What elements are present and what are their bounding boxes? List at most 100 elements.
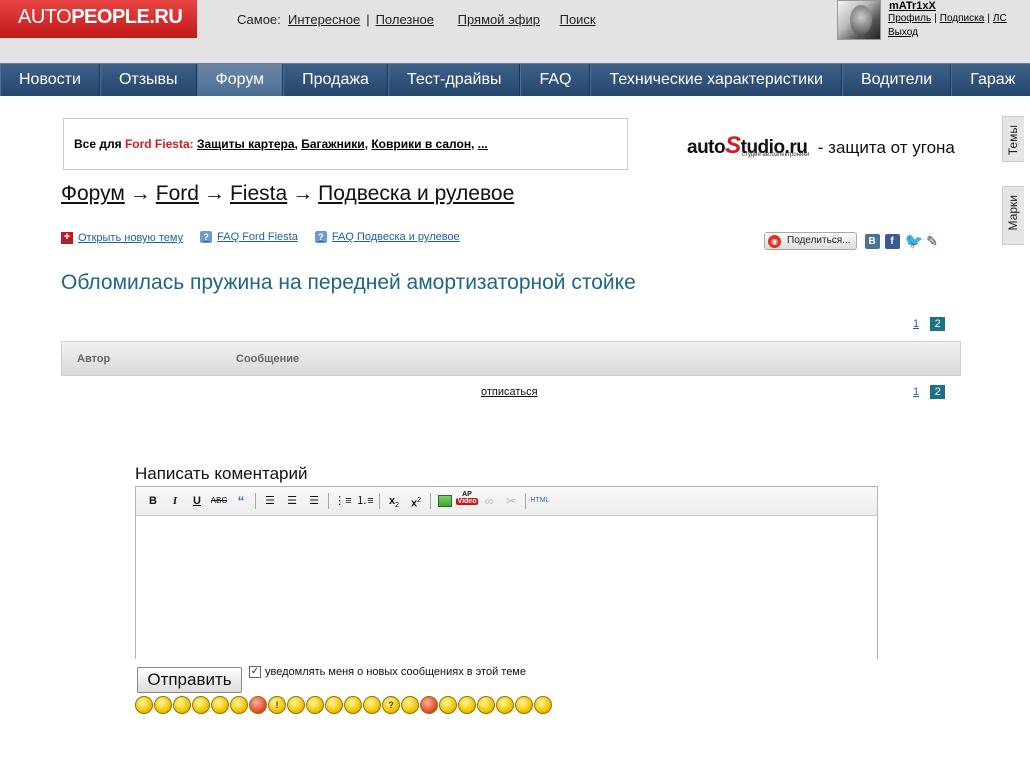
send-button[interactable]: Отправить <box>137 667 242 693</box>
vk-icon[interactable]: B <box>864 233 880 249</box>
banner-link-crankcase[interactable]: Защиты картера <box>197 137 295 151</box>
align-left-icon[interactable]: ☰ <box>259 491 281 511</box>
subscription-link[interactable]: Подписка <box>940 13 985 24</box>
top-nav-prefix: Самое: <box>237 12 281 27</box>
smiley-icon[interactable] <box>534 696 552 714</box>
breadcrumb-forum[interactable]: Форум <box>61 182 125 205</box>
faq-model-link[interactable]: ? FAQ Ford Fiesta <box>200 231 298 243</box>
autostudio-slogan: - защита от угона <box>817 138 955 157</box>
page-current: 2 <box>930 317 946 331</box>
share-button[interactable]: ◉ Поделиться... <box>764 232 857 250</box>
nav-forum[interactable]: Форум <box>196 64 284 96</box>
username-link[interactable]: mATr1xX <box>889 0 936 12</box>
subscript-icon[interactable]: x2 <box>383 491 405 511</box>
smiley-icon[interactable] <box>230 696 248 714</box>
banner-link-mats[interactable]: Коврики в салон <box>371 137 471 151</box>
unsubscribe-link[interactable]: отписаться <box>481 386 538 398</box>
accessories-banner: Все для Ford Fiesta: Защиты картера, Баг… <box>63 118 628 170</box>
banner-link-more[interactable]: ... <box>478 137 488 151</box>
smiley-icon[interactable] <box>249 696 267 714</box>
notify-checkbox[interactable]: ✓ <box>249 666 261 678</box>
nav-sale[interactable]: Продажа <box>283 64 388 96</box>
nav-faq[interactable]: FAQ <box>520 64 591 96</box>
twitter-icon[interactable]: 🐦 <box>905 234 924 249</box>
breadcrumb-arrow: → <box>203 182 225 205</box>
smiley-icon[interactable] <box>325 696 343 714</box>
smiley-icon[interactable] <box>211 696 229 714</box>
quote-icon[interactable]: “ <box>230 491 252 511</box>
breadcrumb-arrow: → <box>292 182 314 205</box>
strikethrough-icon[interactable]: ABC <box>208 491 230 511</box>
smiley-icon[interactable] <box>420 696 438 714</box>
nav-drivers[interactable]: Водители <box>841 64 952 96</box>
numbered-list-icon[interactable]: ⒈≡ <box>354 491 376 511</box>
image-icon[interactable] <box>438 495 452 507</box>
bullet-list-icon[interactable]: ⋮≡ <box>332 491 354 511</box>
editor-toolbar: B I U ABC “ ☰ ☰ ☰ ⋮≡ ⒈≡ x2 x2 AP Video ∞ … <box>136 487 877 516</box>
breadcrumb-suspension[interactable]: Подвеска и рулевое <box>318 182 514 205</box>
unlink-icon[interactable]: ✂ <box>500 491 522 511</box>
new-topic-link[interactable]: + Открыть новую тему <box>61 232 183 244</box>
smiley-icon[interactable] <box>287 696 305 714</box>
logo-text-auto: AUTO <box>18 6 72 28</box>
nav-garage[interactable]: Гараж <box>951 64 1030 96</box>
align-center-icon[interactable]: ☰ <box>281 491 303 511</box>
html-icon[interactable]: HTML <box>529 491 551 511</box>
italic-icon[interactable]: I <box>164 491 186 511</box>
logout-link[interactable]: Выход <box>888 27 918 38</box>
site-logo[interactable]: AUTOPEOPLE.RU <box>0 0 197 38</box>
underline-icon[interactable]: U <box>186 491 208 511</box>
breadcrumb-fiesta[interactable]: Fiesta <box>230 182 287 205</box>
bold-icon[interactable]: B <box>142 491 164 511</box>
faq-section-link[interactable]: ? FAQ Подвеска и рулевое <box>314 231 460 243</box>
breadcrumb: Форум → Ford → Fiesta → Подвеска и рулевое <box>61 182 514 206</box>
page-link-1[interactable]: 1 <box>913 386 919 398</box>
breadcrumb-ford[interactable]: Ford <box>156 182 199 205</box>
separator: | <box>366 12 370 27</box>
smiley-icon[interactable] <box>154 696 172 714</box>
breadcrumb-arrow: → <box>129 182 151 205</box>
smiley-icon[interactable] <box>173 696 191 714</box>
superscript-icon[interactable]: x2 <box>405 491 427 511</box>
messages-link[interactable]: ЛС <box>993 13 1007 24</box>
smiley-icon[interactable] <box>496 696 514 714</box>
top-nav-useful[interactable]: Полезное <box>376 12 434 27</box>
facebook-icon[interactable]: f <box>884 233 900 249</box>
side-tab-brands[interactable]: Марки <box>1002 186 1024 245</box>
top-nav-interesting[interactable]: Интересное <box>288 12 360 27</box>
nav-specs[interactable]: Технические характеристики <box>590 64 842 96</box>
avatar[interactable] <box>837 0 881 40</box>
video-icon[interactable]: AP Video <box>456 491 478 511</box>
faq-section-label: FAQ Подвеска и рулевое <box>331 231 460 243</box>
profile-link[interactable]: Профиль <box>888 13 931 24</box>
nav-test-drives[interactable]: Тест-драйвы <box>387 64 521 96</box>
smiley-icon[interactable]: ! <box>268 696 286 714</box>
comment-textarea[interactable] <box>136 516 877 659</box>
smiley-icon[interactable] <box>192 696 210 714</box>
side-tab-brands-label: Марки <box>1006 195 1020 231</box>
smiley-icon[interactable] <box>135 696 153 714</box>
smiley-icon[interactable] <box>515 696 533 714</box>
autostudio-ad[interactable]: autoStudio.ru - защита от угона студия а… <box>687 132 955 160</box>
smiley-icon[interactable] <box>477 696 495 714</box>
smiley-icon[interactable] <box>458 696 476 714</box>
link-icon[interactable]: ∞ <box>478 491 500 511</box>
banner-link-racks[interactable]: Багажники <box>301 137 365 151</box>
side-tab-themes[interactable]: Темы <box>1002 116 1024 162</box>
top-nav-search[interactable]: Поиск <box>560 12 596 27</box>
logo-text-people: PEOPLE.RU <box>71 6 183 28</box>
smiley-icon[interactable] <box>363 696 381 714</box>
top-nav-live[interactable]: Прямой эфир <box>458 12 540 27</box>
nav-news[interactable]: Новости <box>0 64 100 96</box>
smiley-icon[interactable] <box>401 696 419 714</box>
smiley-icon[interactable]: ? <box>382 696 400 714</box>
page-link-1[interactable]: 1 <box>913 318 919 330</box>
smiley-icon[interactable] <box>306 696 324 714</box>
smiley-icon[interactable] <box>344 696 362 714</box>
nav-reviews[interactable]: Отзывы <box>99 64 197 96</box>
pagination-bottom: 1 2 <box>913 385 946 399</box>
smiley-icon[interactable] <box>439 696 457 714</box>
livejournal-icon[interactable]: ✎ <box>925 233 940 249</box>
notify-label: уведомлять меня о новых сообщениях в это… <box>265 666 526 678</box>
align-right-icon[interactable]: ☰ <box>303 491 325 511</box>
